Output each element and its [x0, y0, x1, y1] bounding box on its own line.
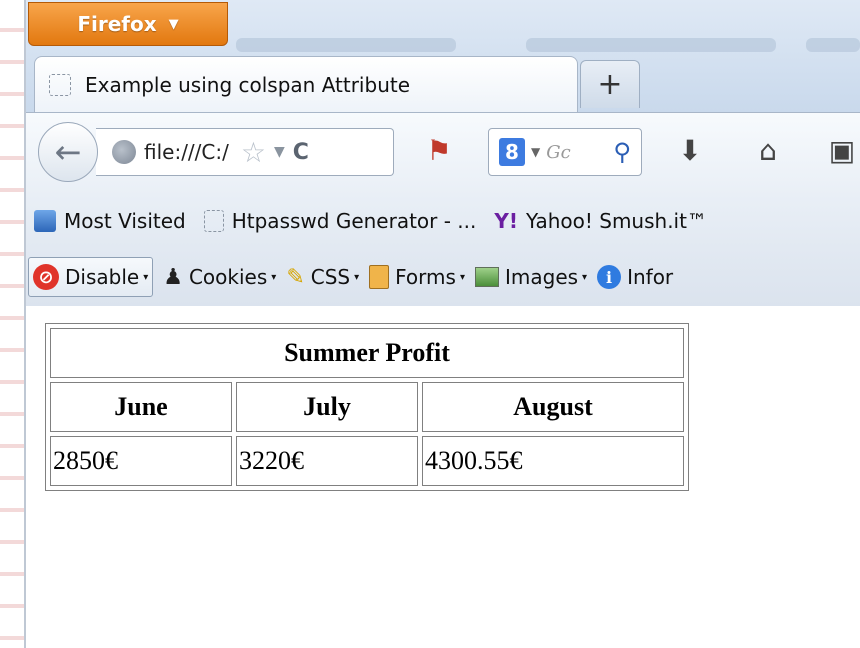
- cookies-menu-button[interactable]: ♟ Cookies ▾: [163, 265, 276, 290]
- bookmark-label: Yahoo! Smush.it™: [526, 209, 707, 233]
- disable-label: Disable: [65, 265, 140, 289]
- firefox-menu-label: Firefox: [77, 12, 157, 36]
- table-header-row: June July August: [50, 382, 684, 432]
- info-icon: i: [597, 265, 622, 289]
- page-icon: [203, 210, 224, 232]
- bookmark-star-icon[interactable]: ☆: [241, 136, 266, 169]
- new-tab-button[interactable]: +: [580, 60, 640, 108]
- bookmark-htpasswd[interactable]: Htpasswd Generator - ...: [203, 209, 477, 233]
- web-developer-toolbar: ⊘ Disable ▾ ♟ Cookies ▾ ✎ CSS ▾ Forms ▾ Imag…: [26, 248, 860, 306]
- bookmarks-toolbar: Most Visited Htpasswd Generator - ... Y!…: [26, 194, 860, 248]
- information-menu-button[interactable]: i Infor: [597, 265, 673, 289]
- home-icon[interactable]: ⌂: [750, 134, 786, 167]
- cookie-icon: ♟: [163, 264, 183, 290]
- tab-active[interactable]: Example using colspan Attribute: [34, 56, 578, 112]
- url-bar[interactable]: file:///C:/ ☆ ▼ C: [96, 128, 394, 176]
- page-icon: [49, 73, 71, 96]
- column-header-june: June: [50, 382, 232, 432]
- search-engine-dropdown-icon[interactable]: ▼: [531, 145, 540, 159]
- search-icon[interactable]: ⚲: [613, 138, 631, 166]
- forms-label: Forms: [395, 265, 456, 289]
- images-menu-button[interactable]: Images ▾: [474, 265, 588, 289]
- arrow-left-icon: ←: [54, 133, 82, 171]
- background-tab-hint: [236, 38, 456, 52]
- history-dropdown-icon[interactable]: ▼: [274, 144, 285, 160]
- summer-profit-table: Summer Profit June July August 2850€ 322…: [45, 323, 689, 491]
- css-label: CSS: [310, 265, 351, 289]
- chevron-down-icon: ▾: [354, 271, 360, 283]
- table-cell: 3220€: [236, 436, 418, 486]
- globe-icon: [112, 140, 136, 164]
- background-tab-hint: [526, 38, 776, 52]
- table-title-cell: Summer Profit: [50, 328, 684, 378]
- information-label: Infor: [627, 265, 674, 289]
- window-edge-strip: [0, 0, 24, 648]
- table-cell: 2850€: [50, 436, 232, 486]
- search-bar[interactable]: 8 ▼ Gc ⚲: [488, 128, 642, 176]
- bookmark-label: Most Visited: [64, 209, 186, 233]
- image-icon: [474, 267, 499, 287]
- url-text: file:///C:/: [144, 140, 229, 164]
- reload-icon[interactable]: C: [293, 140, 309, 165]
- clipboard-icon: [369, 265, 390, 289]
- disable-menu-button[interactable]: ⊘ Disable ▾: [28, 257, 154, 297]
- table-header-row: Summer Profit: [50, 328, 684, 378]
- images-label: Images: [504, 265, 579, 289]
- forms-menu-button[interactable]: Forms ▾: [369, 265, 465, 289]
- stamp-icon[interactable]: ⚑: [422, 134, 456, 170]
- extension-icon[interactable]: ▣: [824, 134, 860, 167]
- back-button[interactable]: ←: [38, 122, 98, 182]
- bookmark-most-visited[interactable]: Most Visited: [34, 209, 186, 233]
- firefox-menu-button[interactable]: Firefox ▼: [28, 2, 228, 46]
- tab-title: Example using colspan Attribute: [85, 72, 411, 97]
- chevron-down-icon: ▼: [168, 16, 179, 32]
- yahoo-icon: Y!: [494, 209, 518, 233]
- css-menu-button[interactable]: ✎ CSS ▾: [286, 265, 359, 290]
- cookies-label: Cookies: [188, 265, 268, 289]
- chevron-down-icon: ▾: [271, 271, 277, 283]
- column-header-july: July: [236, 382, 418, 432]
- chevron-down-icon: ▾: [143, 271, 149, 283]
- chevron-down-icon: ▾: [582, 271, 588, 283]
- disable-icon: ⊘: [33, 264, 59, 290]
- bookmark-yahoo-smushit[interactable]: Y! Yahoo! Smush.it™: [494, 209, 707, 233]
- bookmark-label: Htpasswd Generator - ...: [231, 209, 477, 233]
- wand-icon: ✎: [286, 264, 305, 290]
- chevron-down-icon: ▾: [459, 271, 465, 283]
- column-header-august: August: [422, 382, 684, 432]
- google-icon: 8: [499, 138, 525, 166]
- table-row: 2850€ 3220€ 4300.55€: [50, 436, 684, 486]
- download-icon[interactable]: ⬇: [672, 134, 708, 167]
- most-visited-icon: [34, 210, 56, 232]
- table-cell: 4300.55€: [422, 436, 684, 486]
- background-tab-hint: [806, 38, 860, 52]
- search-placeholder: Gc: [546, 141, 571, 163]
